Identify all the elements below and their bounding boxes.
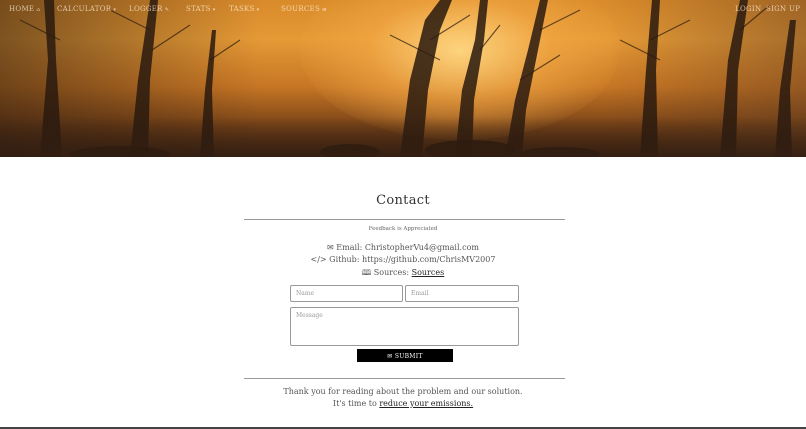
reduce-prefix: It's time to	[332, 399, 380, 408]
nav-sources-label: SOURCES	[281, 5, 321, 13]
email-value[interactable]: ChristopherVu4@gmail.com	[365, 243, 479, 252]
chevron-down-icon: ▾	[113, 7, 117, 13]
thanks-line: Thank you for reading about the problem …	[283, 387, 523, 396]
chevron-down-icon: ▾	[256, 7, 260, 13]
hero-banner-image	[0, 0, 806, 157]
nav-home-label: HOME	[9, 5, 35, 13]
submit-button[interactable]: ✉ SUBMIT	[357, 349, 453, 362]
reduce-line: It's time to reduce your emissions.	[0, 399, 806, 408]
nav-stats[interactable]: STATS ▾	[186, 5, 216, 13]
nav-logger[interactable]: LOGGER ✎	[129, 5, 169, 13]
nav-stats-label: STATS	[186, 5, 211, 13]
chevron-down-icon: ▾	[212, 7, 216, 13]
nav-signup-label: SIGN UP	[766, 5, 801, 13]
pencil-icon: ✎	[164, 7, 170, 13]
email-field[interactable]	[405, 285, 519, 302]
github-value[interactable]: https://github.com/ChrisMV2007	[362, 255, 495, 264]
nav-calculator[interactable]: CALCULATOR ▾	[57, 5, 116, 13]
home-icon: ⌂	[36, 7, 41, 13]
divider-top	[244, 219, 565, 220]
nav-home[interactable]: HOME ⌂	[9, 5, 40, 13]
sources-prefix: 🕮 Sources:	[361, 268, 412, 277]
sources-line: 🕮 Sources: Sources	[0, 267, 806, 281]
top-navigation: HOME ⌂ CALCULATOR ▾ LOGGER ✎ STATS ▾ TASKS ▾ …	[0, 0, 806, 18]
github-line: </> Github: https://github.com/ChrisMV20…	[0, 255, 806, 264]
contact-subtitle: Feedback is Appreciated	[368, 226, 438, 232]
nav-tasks-label: TASKS	[229, 5, 255, 13]
name-field[interactable]	[290, 285, 403, 302]
nav-tasks[interactable]: TASKS ▾	[229, 5, 259, 13]
divider-bottom	[244, 378, 565, 379]
reduce-emissions-link[interactable]: reduce your emissions.	[379, 399, 473, 408]
github-prefix: </> Github:	[310, 255, 363, 264]
email-line: ✉ Email: ChristopherVu4@gmail.com	[0, 243, 806, 252]
sources-link[interactable]: Sources	[412, 268, 445, 277]
hero-ground	[0, 117, 806, 157]
email-prefix: ✉ Email:	[327, 243, 365, 252]
nav-logger-label: LOGGER	[129, 5, 163, 13]
nav-login[interactable]: LOGIN	[735, 5, 761, 13]
nav-sources[interactable]: SOURCES ⊞	[281, 5, 327, 13]
nav-calculator-label: CALCULATOR	[57, 5, 112, 13]
grid-icon: ⊞	[322, 7, 327, 13]
nav-login-label: LOGIN	[735, 5, 762, 13]
message-field[interactable]	[290, 307, 519, 346]
contact-title: Contact	[376, 193, 430, 208]
nav-signup[interactable]: SIGN UP	[766, 5, 800, 13]
